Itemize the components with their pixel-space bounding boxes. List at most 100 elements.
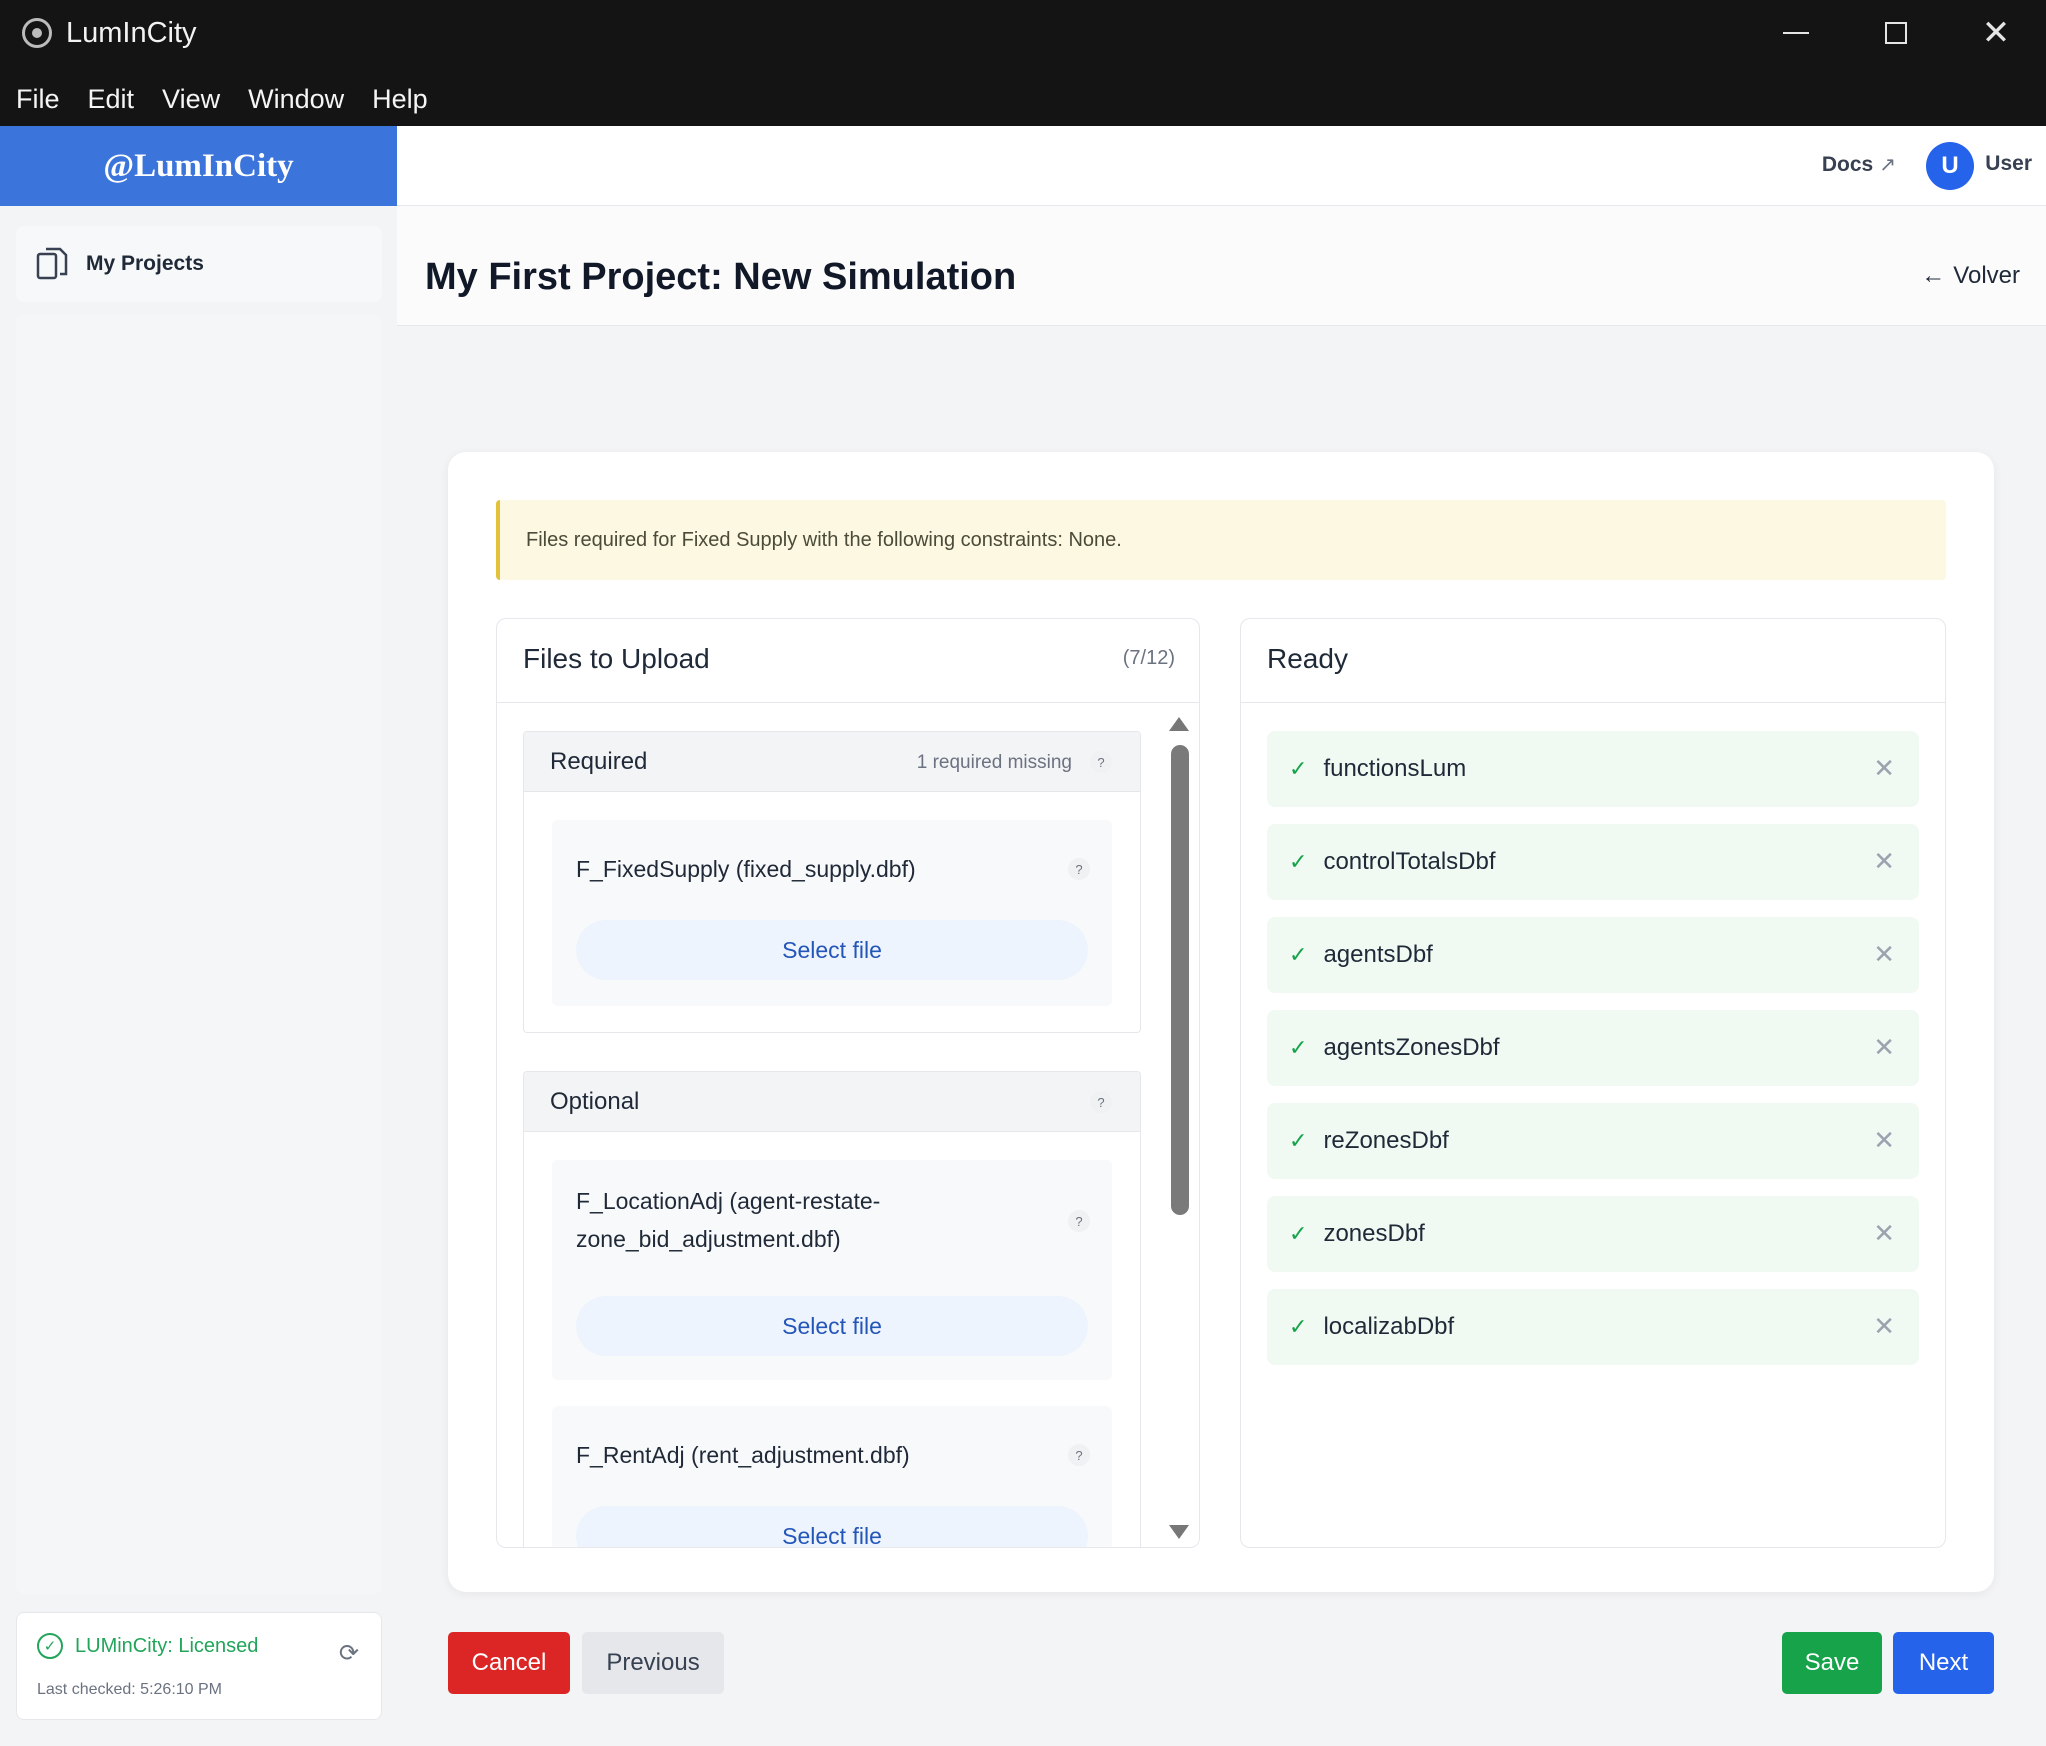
avatar[interactable]: U xyxy=(1926,142,1974,190)
ready-file-name: reZonesDbf xyxy=(1323,1127,1449,1154)
license-last-checked: Last checked: 5:26:10 PM xyxy=(37,1681,222,1698)
upload-card: Files required for Fixed Supply with the… xyxy=(448,452,1994,1592)
top-header: Docs ↗ U User xyxy=(397,126,2046,206)
ready-item: ✓ agentsDbf ✕ xyxy=(1267,917,1919,993)
sidebar-body xyxy=(16,314,382,1594)
docs-label: Docs xyxy=(1821,152,1874,176)
docs-link[interactable]: Docs ↗ xyxy=(1822,152,1896,177)
remove-icon[interactable]: ✕ xyxy=(1873,846,1895,877)
file-name: F_FixedSupply (fixed_supply.dbf) xyxy=(576,856,916,882)
save-button[interactable]: Save xyxy=(1782,1632,1882,1694)
select-file-button[interactable]: Select file xyxy=(576,1506,1088,1547)
file-item: F_RentAdj (rent_adjustment.dbf) ? Select… xyxy=(552,1406,1112,1547)
menu-file[interactable]: File xyxy=(16,84,60,115)
check-icon: ✓ xyxy=(1289,1035,1308,1060)
menu-window[interactable]: Window xyxy=(248,84,344,115)
maximize-icon xyxy=(1885,22,1907,44)
remove-icon[interactable]: ✕ xyxy=(1873,939,1895,970)
panel-title: Files to Upload xyxy=(523,643,710,674)
ready-file-name: controlTotalsDbf xyxy=(1323,848,1496,875)
ready-file-name: functionsLum xyxy=(1323,755,1467,782)
scroll-down-arrow-icon[interactable] xyxy=(1169,1525,1189,1539)
license-status-card: ✓ LUMinCity: Licensed Last checked: 5:26… xyxy=(16,1612,382,1720)
ready-item: ✓ controlTotalsDbf ✕ xyxy=(1267,824,1919,900)
scrollbar[interactable] xyxy=(1161,703,1199,1547)
brand-logo[interactable]: @LumInCity xyxy=(0,126,397,206)
help-icon[interactable]: ? xyxy=(1090,1091,1112,1113)
sidebar-item-my-projects[interactable]: My Projects xyxy=(16,226,382,302)
required-missing-text: 1 required missing xyxy=(916,752,1072,773)
remove-icon[interactable]: ✕ xyxy=(1873,1218,1895,1249)
ready-file-name: agentsZonesDbf xyxy=(1323,1034,1500,1061)
select-file-button[interactable]: Select file xyxy=(576,1296,1088,1356)
check-circle-icon: ✓ xyxy=(37,1633,63,1659)
check-icon: ✓ xyxy=(1289,942,1308,967)
page-header: My First Project: New Simulation ← Volve… xyxy=(397,206,2046,326)
ready-list: ✓ functionsLum ✕ ✓ controlTotalsDbf ✕ ✓ … xyxy=(1267,731,1919,1382)
check-icon: ✓ xyxy=(1289,849,1308,874)
help-icon[interactable]: ? xyxy=(1068,1210,1090,1232)
back-link[interactable]: ← Volver xyxy=(1921,262,2020,290)
ready-item: ✓ functionsLum ✕ xyxy=(1267,731,1919,807)
required-group: Required 1 required missing ? F_FixedSup… xyxy=(523,731,1141,1033)
cancel-button[interactable]: Cancel xyxy=(448,1632,570,1694)
file-item: F_FixedSupply (fixed_supply.dbf) ? Selec… xyxy=(552,820,1112,1006)
maximize-button[interactable] xyxy=(1846,0,1946,66)
help-icon[interactable]: ? xyxy=(1068,1444,1090,1466)
ready-item: ✓ agentsZonesDbf ✕ xyxy=(1267,1010,1919,1086)
external-link-icon: ↗ xyxy=(1879,154,1896,176)
panel-header: Files to Upload (7/12) xyxy=(497,619,1199,703)
optional-group: Optional ? F_LocationAdj (agent-restate-… xyxy=(523,1071,1141,1547)
scroll-up-arrow-icon[interactable] xyxy=(1169,717,1189,731)
ready-item: ✓ reZonesDbf ✕ xyxy=(1267,1103,1919,1179)
help-icon[interactable]: ? xyxy=(1068,858,1090,880)
constraints-notice: Files required for Fixed Supply with the… xyxy=(496,500,1946,580)
check-icon: ✓ xyxy=(1289,756,1308,781)
close-icon: ✕ xyxy=(1981,14,2011,52)
app-icon xyxy=(22,18,52,48)
menu-help[interactable]: Help xyxy=(372,84,428,115)
panel-title: Ready xyxy=(1267,643,1348,674)
menu-edit[interactable]: Edit xyxy=(88,84,135,115)
close-button[interactable]: ✕ xyxy=(1946,0,2046,66)
license-label: LUMinCity: Licensed xyxy=(75,1634,259,1657)
sidebar: My Projects ✓ LUMinCity: Licensed Last c… xyxy=(0,206,397,1746)
remove-icon[interactable]: ✕ xyxy=(1873,1125,1895,1156)
scrollbar-thumb[interactable] xyxy=(1171,745,1189,1215)
minimize-button[interactable] xyxy=(1746,0,1846,66)
upload-count: (7/12) xyxy=(1122,647,1175,669)
menu-view[interactable]: View xyxy=(162,84,220,115)
refresh-icon[interactable]: ⟳ xyxy=(339,1639,359,1668)
remove-icon[interactable]: ✕ xyxy=(1873,753,1895,784)
ready-item: ✓ localizabDbf ✕ xyxy=(1267,1289,1919,1365)
check-icon: ✓ xyxy=(1289,1128,1308,1153)
group-title: Optional xyxy=(550,1088,640,1115)
group-header: Required 1 required missing ? xyxy=(524,732,1140,792)
back-label: Volver xyxy=(1953,262,2020,289)
group-title: Required xyxy=(550,748,648,775)
ready-file-name: zonesDbf xyxy=(1323,1220,1425,1247)
files-to-upload-panel: Files to Upload (7/12) Required 1 requir… xyxy=(496,618,1200,1548)
ready-file-name: agentsDbf xyxy=(1323,941,1433,968)
file-name: F_RentAdj (rent_adjustment.dbf) xyxy=(576,1442,910,1468)
previous-button[interactable]: Previous xyxy=(582,1632,724,1694)
remove-icon[interactable]: ✕ xyxy=(1873,1311,1895,1342)
upload-scroll-area[interactable]: Required 1 required missing ? F_FixedSup… xyxy=(497,703,1199,1547)
user-name[interactable]: User xyxy=(1985,152,2032,176)
ready-panel: Ready ✓ functionsLum ✕ ✓ controlTotalsDb… xyxy=(1240,618,1946,1548)
arrow-left-icon: ← xyxy=(1921,262,1946,289)
file-name: F_LocationAdj (agent-restate-zone_bid_ad… xyxy=(576,1188,881,1252)
documents-icon xyxy=(36,246,68,282)
panel-header: Ready xyxy=(1241,619,1945,703)
title-bar: LumInCity ✕ File Edit View Window Help xyxy=(0,0,2046,126)
minimize-icon xyxy=(1783,32,1809,34)
sidebar-item-label: My Projects xyxy=(86,252,204,275)
menu-bar: File Edit View Window Help xyxy=(0,76,440,122)
next-button[interactable]: Next xyxy=(1893,1632,1994,1694)
check-icon: ✓ xyxy=(1289,1314,1308,1339)
window-title: LumInCity xyxy=(66,16,197,49)
help-icon[interactable]: ? xyxy=(1090,751,1112,773)
remove-icon[interactable]: ✕ xyxy=(1873,1032,1895,1063)
select-file-button[interactable]: Select file xyxy=(576,920,1088,980)
ready-file-name: localizabDbf xyxy=(1323,1313,1455,1340)
